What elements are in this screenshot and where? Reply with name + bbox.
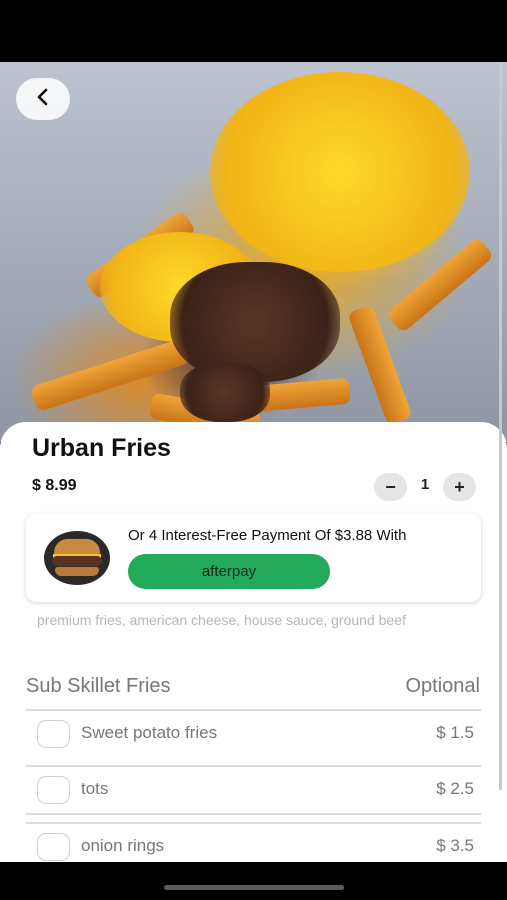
option-checkbox[interactable]	[37, 833, 70, 861]
option-row[interactable]: Sweet potato fries $ 1.5	[26, 709, 481, 757]
option-name: onion rings	[81, 836, 165, 855]
product-sheet: Urban Fries $ 8.99 − 1 + Or 4 Interest-F…	[0, 422, 507, 862]
option-price: $ 2.5	[436, 779, 474, 798]
afterpay-card: Or 4 Interest-Free Payment Of $3.88 With…	[26, 514, 481, 602]
decrease-quantity-button[interactable]: −	[374, 473, 407, 501]
quantity-stepper: − 1 +	[374, 473, 478, 501]
option-checkbox[interactable]	[37, 776, 70, 804]
burger-thumbnail	[44, 531, 110, 585]
option-checkbox[interactable]	[37, 720, 70, 748]
optional-label: Optional	[405, 675, 481, 697]
product-title: Urban Fries	[32, 434, 171, 462]
options-section-title: Sub Skillet Fries	[26, 675, 171, 697]
beef-shape	[180, 362, 270, 422]
afterpay-offer-text: Or 4 Interest-Free Payment Of $3.88 With	[128, 527, 407, 544]
option-row[interactable]: onion rings $ 3.5	[26, 822, 481, 862]
beef-shape	[170, 262, 340, 382]
home-indicator	[164, 885, 344, 890]
scrollbar[interactable]	[499, 62, 502, 790]
cheese-shape	[210, 72, 470, 272]
afterpay-button[interactable]: afterpay	[128, 554, 330, 589]
increase-quantity-button[interactable]: +	[443, 473, 476, 501]
quantity-value: 1	[420, 476, 430, 493]
product-image	[0, 62, 507, 442]
product-price: $ 8.99	[32, 477, 77, 494]
chevron-left-icon	[35, 87, 51, 112]
option-name: Sweet potato fries	[81, 723, 218, 742]
option-name: tots	[81, 779, 109, 798]
option-row[interactable]: tots $ 2.5	[26, 765, 481, 815]
option-price: $ 3.5	[436, 836, 474, 855]
product-description: premium fries, american cheese, house sa…	[37, 612, 406, 628]
back-button[interactable]	[16, 78, 70, 120]
option-price: $ 1.5	[436, 723, 474, 742]
